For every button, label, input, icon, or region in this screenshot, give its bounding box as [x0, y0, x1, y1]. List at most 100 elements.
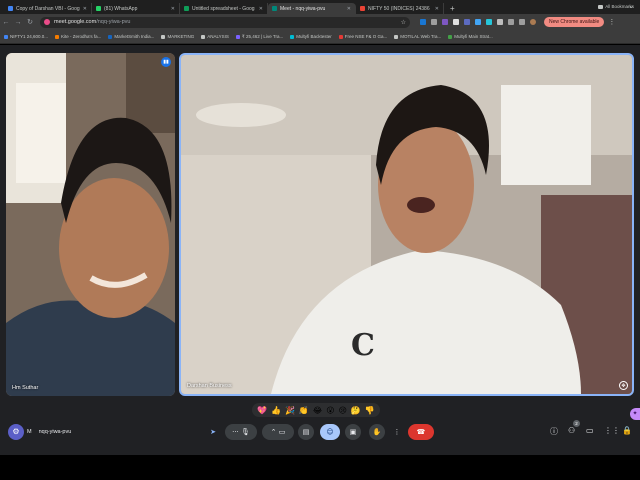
browser-tab[interactable]: NIFTY 50 (INDICES) 24386 ✕: [356, 3, 444, 14]
tab-close-icon[interactable]: ✕: [259, 6, 263, 12]
browser-tab[interactable]: (81) WhatsApp ✕: [92, 3, 180, 14]
more-options-icon[interactable]: ⋮: [391, 424, 403, 440]
gear-icon[interactable]: ⚙: [8, 424, 24, 440]
meeting-info: ⚙ M nqq-yiwa-pvu: [8, 424, 71, 440]
bookmark-favicon-icon: [448, 34, 453, 39]
tab-strip: Copy of Darshan VBI - Goog ✕ (81) WhatsApp…: [0, 0, 640, 14]
extensions-puzzle-icon[interactable]: [497, 19, 503, 25]
participant-video: C: [181, 55, 632, 394]
reaction-emoji-button[interactable]: 🤔: [351, 406, 361, 415]
bookmark-item[interactable]: MOTILAL Web Tra...: [394, 34, 441, 39]
activities-icon[interactable]: ⋮⋮: [604, 426, 620, 435]
tab-favicon-icon: [96, 6, 101, 11]
bookmark-label: Kite - Zerodha's fa...: [61, 34, 102, 39]
leave-call-button[interactable]: ☎: [408, 424, 434, 440]
meeting-code: nqq-yiwa-pvu: [38, 429, 72, 435]
folder-icon: [598, 4, 604, 9]
microphone-button[interactable]: ··· 🎙: [225, 424, 257, 440]
sidepanel-icon[interactable]: [519, 19, 525, 25]
bookmark-item[interactable]: Multyfi Backtester: [290, 34, 332, 39]
extension-linkedin-icon[interactable]: [420, 19, 426, 25]
forward-icon[interactable]: →: [12, 19, 24, 26]
camera-button[interactable]: ⌃ ▭: [262, 424, 294, 440]
pin-icon[interactable]: ✥: [619, 381, 628, 390]
extension-icon[interactable]: [442, 19, 448, 25]
bookmark-label: MarketSmith India...: [114, 34, 155, 39]
bookmark-label: MARKETING: [167, 34, 195, 39]
reaction-emoji-button[interactable]: 😂: [313, 406, 322, 415]
meeting-details-icon[interactable]: ⓘ: [550, 426, 558, 437]
profile-avatar[interactable]: [530, 19, 536, 25]
browser-tab[interactable]: Copy of Darshan VBI - Goog ✕: [4, 3, 92, 14]
bookmark-label: ₹ 25,462 | Live Tra...: [241, 33, 284, 39]
bookmark-favicon-icon: [201, 34, 206, 39]
bookmark-favicon-icon: [55, 34, 60, 39]
new-chrome-available-button[interactable]: New Chrome available: [544, 17, 605, 27]
bookmark-label: NIFTY1 24,600.0...: [10, 34, 49, 39]
bookmark-favicon-icon: [235, 34, 240, 39]
side-panel-toggle-icon[interactable]: ✦: [630, 408, 640, 420]
tab-title: NIFTY 50 (INDICES) 24386: [368, 5, 430, 12]
captions-button[interactable]: ▤: [298, 424, 314, 440]
address-bar[interactable]: meet.google.com /nqq-yiwa-pvu ☆: [40, 16, 410, 28]
participant-tile-hm-suthar[interactable]: ▮▮ Hm Suthar: [6, 53, 175, 396]
extension-icon[interactable]: [431, 19, 437, 25]
reaction-emoji-button[interactable]: 👍: [271, 406, 281, 415]
site-info-icon[interactable]: [44, 19, 50, 25]
bookmark-item[interactable]: Free NSE F& O Ga...: [338, 34, 387, 39]
bookmark-item[interactable]: NIFTY1 24,600.0...: [4, 34, 48, 39]
browser-tab[interactable]: Untitled spreadsheet - Goog ✕: [180, 3, 268, 14]
bookmark-favicon-icon: [338, 34, 343, 39]
bookmark-item[interactable]: Multyfi Main Strat...: [448, 34, 493, 39]
reactions-bar: 💖 👍 🎉 👏 😂 😮 😢 🤔 👎: [252, 403, 380, 417]
tab-close-icon[interactable]: ✕: [435, 6, 439, 12]
chat-icon[interactable]: ▭: [586, 426, 594, 435]
tab-favicon-icon: [272, 6, 277, 11]
download-icon[interactable]: [508, 19, 514, 25]
bookmark-item[interactable]: ANALYSIS: [201, 34, 229, 39]
chrome-menu-icon[interactable]: ⋮: [608, 18, 615, 26]
participant-tile-darshan-business[interactable]: C ✥ Darshan Business: [179, 53, 634, 396]
bookmark-item[interactable]: ₹ 25,462 | Live Tra...: [235, 33, 284, 40]
host-controls-lock-icon[interactable]: 🔒: [622, 426, 632, 435]
reaction-emoji-button[interactable]: 😮: [326, 406, 334, 415]
reaction-emoji-button[interactable]: 👏: [299, 406, 309, 415]
bookmark-favicon-icon: [161, 34, 166, 39]
bookmark-item[interactable]: Kite - Zerodha's fa...: [55, 34, 101, 39]
emoji-reactions-button[interactable]: ☺: [320, 424, 340, 440]
extension-icon[interactable]: [464, 19, 470, 25]
bookmark-favicon-icon: [290, 34, 295, 39]
reaction-emoji-button[interactable]: 💖: [257, 406, 267, 415]
back-icon[interactable]: ←: [0, 19, 12, 26]
reaction-emoji-button[interactable]: 👎: [365, 406, 375, 415]
people-icon[interactable]: ⚇: [568, 426, 575, 435]
extension-icon[interactable]: [486, 19, 492, 25]
url-path: /nqq-yiwa-pvu: [96, 19, 131, 25]
raise-hand-button[interactable]: ✋: [369, 424, 385, 440]
extension-icon[interactable]: [453, 19, 459, 25]
new-tab-button[interactable]: +: [444, 3, 461, 14]
all-bookmarks-label: All Bookmarks: [605, 4, 634, 9]
tab-close-icon[interactable]: ✕: [83, 6, 87, 12]
browser-tab[interactable]: Meet - nqq-yiwa-pvu ✕: [268, 3, 356, 14]
tab-close-icon[interactable]: ✕: [347, 6, 351, 12]
bookmark-label: ANALYSIS: [207, 34, 229, 39]
people-count-badge: 2: [573, 420, 580, 427]
bookmark-favicon-icon: [108, 34, 113, 39]
bookmark-item[interactable]: MARKETING: [161, 34, 194, 39]
reaction-emoji-button[interactable]: 🎉: [285, 406, 295, 415]
reload-icon[interactable]: ↻: [24, 18, 36, 26]
browser-toolbar: ← → ↻ meet.google.com /nqq-yiwa-pvu ☆ Ne…: [0, 14, 640, 30]
bookmark-star-icon[interactable]: ☆: [401, 19, 406, 26]
tab-close-icon[interactable]: ✕: [171, 6, 175, 12]
reaction-emoji-button[interactable]: 😢: [339, 406, 347, 415]
bookmark-label: MOTILAL Web Tra...: [400, 34, 442, 39]
all-bookmarks-button[interactable]: All Bookmarks: [598, 4, 634, 9]
bookmark-favicon-icon: [394, 34, 399, 39]
tab-title: (81) WhatsApp: [104, 5, 138, 12]
meeting-clock: M: [27, 429, 32, 435]
bookmark-item[interactable]: MarketSmith India...: [108, 34, 154, 39]
bookmark-favicon-icon: [4, 34, 8, 39]
present-screen-button[interactable]: ▣: [345, 424, 361, 440]
extension-icon[interactable]: [475, 19, 481, 25]
